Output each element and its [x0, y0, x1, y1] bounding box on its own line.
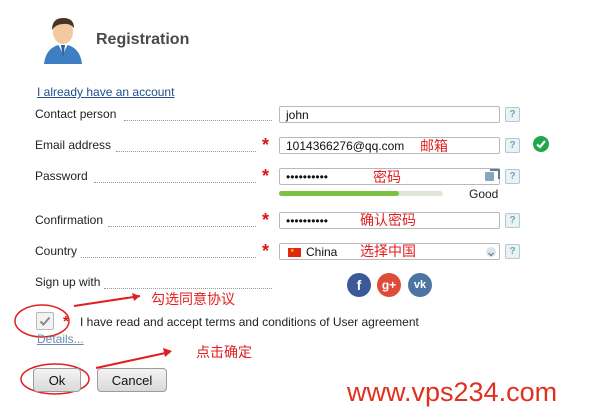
country-dots: [81, 257, 256, 258]
signup-with-label: Sign up with: [35, 275, 101, 289]
google-plus-icon[interactable]: g+: [377, 273, 401, 297]
already-have-account-link[interactable]: I already have an account: [37, 85, 174, 99]
generate-password-icon[interactable]: [484, 168, 500, 184]
help-icon[interactable]: ?: [505, 244, 520, 259]
details-link[interactable]: Details...: [37, 332, 84, 346]
contact-dots: [124, 120, 272, 121]
valid-check-icon: [533, 136, 549, 152]
china-flag-icon: ★: [288, 248, 301, 257]
password-label: Password: [35, 169, 88, 183]
watermark: www.vps234.com: [347, 377, 558, 407]
country-annotation: 选择中国: [360, 243, 416, 259]
cancel-button[interactable]: Cancel: [97, 368, 167, 392]
email-label: Email address: [35, 138, 112, 152]
help-icon[interactable]: ?: [505, 138, 520, 153]
chevron-down-icon: [486, 247, 496, 257]
annotation-arrow-icon: [73, 293, 141, 307]
agreement-checkbox[interactable]: [36, 312, 54, 330]
facebook-icon[interactable]: f: [347, 273, 371, 297]
page-title: Registration: [96, 31, 190, 48]
password-annotation: 密码: [373, 169, 401, 185]
user-avatar-icon: [40, 12, 86, 64]
agreement-text: I have read and accept terms and conditi…: [80, 315, 419, 329]
agreement-annotation: 勾选同意协议: [151, 291, 235, 307]
confirmation-dots: [108, 226, 256, 227]
ok-button[interactable]: Ok: [33, 368, 81, 392]
help-icon[interactable]: ?: [505, 169, 520, 184]
help-icon[interactable]: ?: [505, 107, 520, 122]
password-strength-fill: [279, 191, 399, 196]
required-asterisk: *: [262, 135, 270, 155]
confirmation-label: Confirmation: [35, 213, 104, 227]
country-label: Country: [35, 244, 78, 258]
email-input[interactable]: 1014366276@qq.com: [279, 137, 500, 154]
email-annotation: 邮箱: [420, 138, 448, 154]
required-asterisk: *: [262, 166, 270, 186]
ok-annotation: 点击确定: [196, 344, 252, 360]
required-asterisk: *: [262, 210, 270, 230]
password-strength-label: Good: [469, 187, 499, 201]
required-asterisk: *: [63, 313, 69, 330]
country-value: China: [306, 245, 338, 259]
required-asterisk: *: [262, 241, 270, 261]
password-strength-track: [279, 191, 443, 196]
email-dots: [116, 151, 256, 152]
password-dots: [94, 182, 256, 183]
contact-person-input[interactable]: john: [279, 106, 500, 123]
help-icon[interactable]: ?: [505, 213, 520, 228]
contact-person-label: Contact person: [35, 107, 117, 121]
vk-icon[interactable]: vk: [408, 273, 432, 297]
confirmation-annotation: 确认密码: [360, 212, 416, 228]
